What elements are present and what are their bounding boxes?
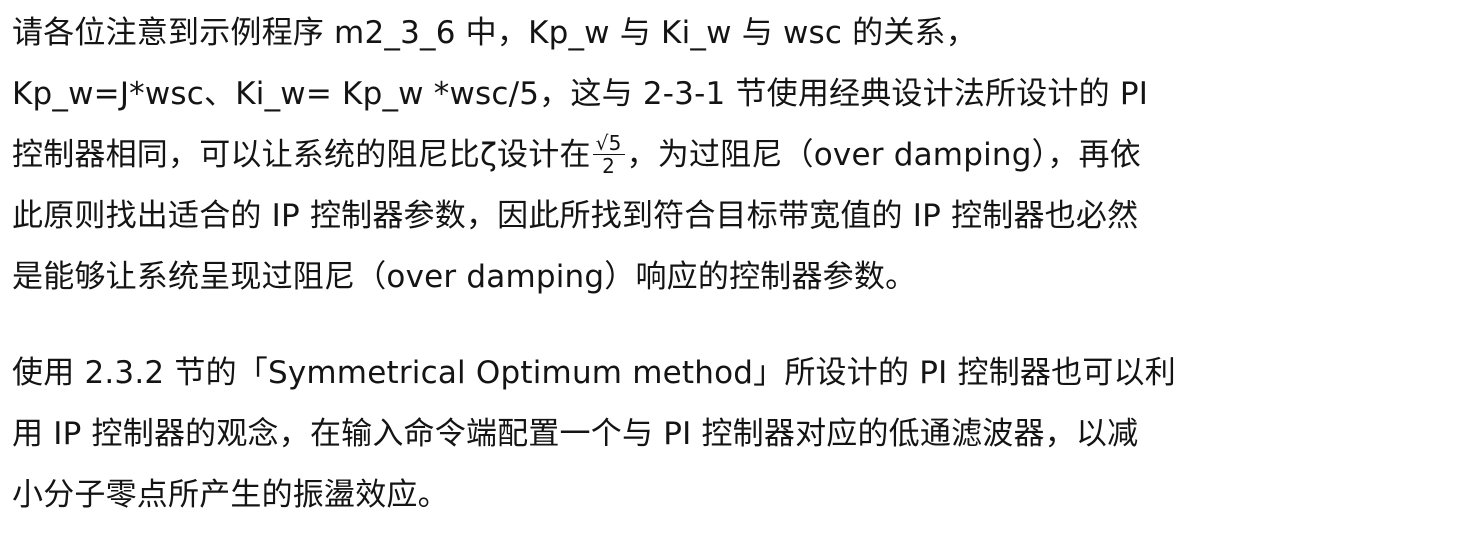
document-page: 请各位注意到示例程序 m2_3_6 中，Kp_w 与 Ki_w 与 wsc 的关… <box>0 0 1476 540</box>
fraction-denominator: 2 <box>602 154 616 178</box>
fraction-numerator: √5 <box>592 132 625 155</box>
line-3-text-before-fraction: 控制器相同，可以让系统的阻尼比ζ设计在 <box>12 137 591 173</box>
sqrt5-over-2-fraction: √5 2 <box>592 132 625 178</box>
paragraph-1-line-1: 请各位注意到示例程序 m2_3_6 中，Kp_w 与 Ki_w 与 wsc 的关… <box>12 15 977 51</box>
paragraph-2-line-2: 用 IP 控制器的观念，在输入命令端配置一个与 PI 控制器对应的低通滤波器，以… <box>12 416 1139 452</box>
paragraph-1-line-3: 控制器相同，可以让系统的阻尼比ζ设计在 √5 2 ，为过阻尼（over damping… <box>12 128 1476 189</box>
paragraph-2: 使用 2.3.2 节的「Symmetrical Optimum method」所… <box>12 346 1476 529</box>
paragraph-1: 请各位注意到示例程序 m2_3_6 中，Kp_w 与 Ki_w 与 wsc 的关… <box>12 6 1476 311</box>
paragraph-1-line-5: 是能够让系统呈现过阻尼（over damping）响应的控制器参数。 <box>12 259 917 295</box>
paragraph-2-line-1: 使用 2.3.2 节的「Symmetrical Optimum method」所… <box>12 355 1176 391</box>
paragraph-1-line-2: Kp_w=J*wsc、Ki_w= Kp_w *wsc/5，这与 2-3-1 节使… <box>12 76 1149 112</box>
paragraph-2-line-3: 小分子零点所产生的振盪效应。 <box>12 477 449 513</box>
paragraph-1-line-4: 此原则找出适合的 IP 控制器参数，因此所找到符合目标带宽值的 IP 控制器也必… <box>12 198 1139 234</box>
line-3-text-after-fraction: ，为过阻尼（over damping），再依 <box>626 137 1141 173</box>
